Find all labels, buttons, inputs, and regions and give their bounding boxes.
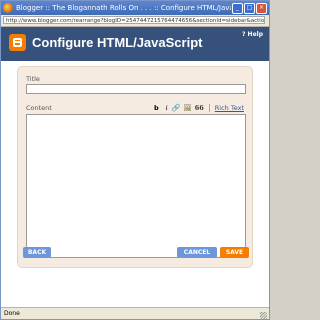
maximize-button[interactable]: □ (244, 2, 255, 14)
cancel-button[interactable]: CANCEL (177, 247, 217, 258)
page-title: Configure HTML/JavaScript (32, 35, 203, 50)
back-button[interactable]: BACK (23, 247, 51, 258)
status-text: Done (4, 310, 20, 317)
blogger-header: Configure HTML/JavaScript ? Help (1, 27, 269, 61)
close-button[interactable]: × (256, 2, 267, 14)
browser-popup-window: Blogger :: The Blogannath Rolls On . . .… (0, 0, 270, 320)
blogger-logo-icon (9, 34, 26, 51)
title-input[interactable] (26, 84, 246, 94)
main-content: Title Content b i 🔗 🖼 66 Rich Text BACK … (1, 61, 269, 307)
blockquote-button[interactable]: 66 (195, 104, 204, 112)
config-panel: Title Content b i 🔗 🖼 66 Rich Text (17, 66, 253, 268)
bold-button[interactable]: b (154, 104, 159, 112)
editor-toolbar: b i 🔗 🖼 66 Rich Text (154, 103, 244, 112)
window-title: Blogger :: The Blogannath Rolls On . . .… (16, 4, 231, 12)
resize-grip-icon[interactable] (260, 312, 267, 319)
save-button[interactable]: SAVE (220, 247, 249, 258)
title-label: Title (26, 75, 40, 83)
toolbar-divider (208, 103, 210, 112)
image-icon[interactable]: 🖼 (183, 104, 191, 112)
content-textarea[interactable] (26, 114, 246, 258)
italic-button[interactable]: i (166, 104, 168, 112)
status-bar: Done (1, 307, 269, 319)
minimize-button[interactable]: _ (232, 2, 243, 14)
window-titlebar[interactable]: Blogger :: The Blogannath Rolls On . . .… (1, 1, 269, 15)
url-field[interactable]: http://www.blogger.com/rearrange?blogID=… (3, 16, 265, 24)
address-bar: http://www.blogger.com/rearrange?blogID=… (1, 15, 269, 27)
firefox-icon (3, 3, 13, 13)
content-label: Content (26, 104, 52, 112)
rich-text-link[interactable]: Rich Text (215, 104, 244, 112)
window-controls: _ □ × (231, 2, 267, 14)
help-link[interactable]: ? Help (242, 31, 263, 38)
link-icon[interactable]: 🔗 (172, 104, 181, 112)
